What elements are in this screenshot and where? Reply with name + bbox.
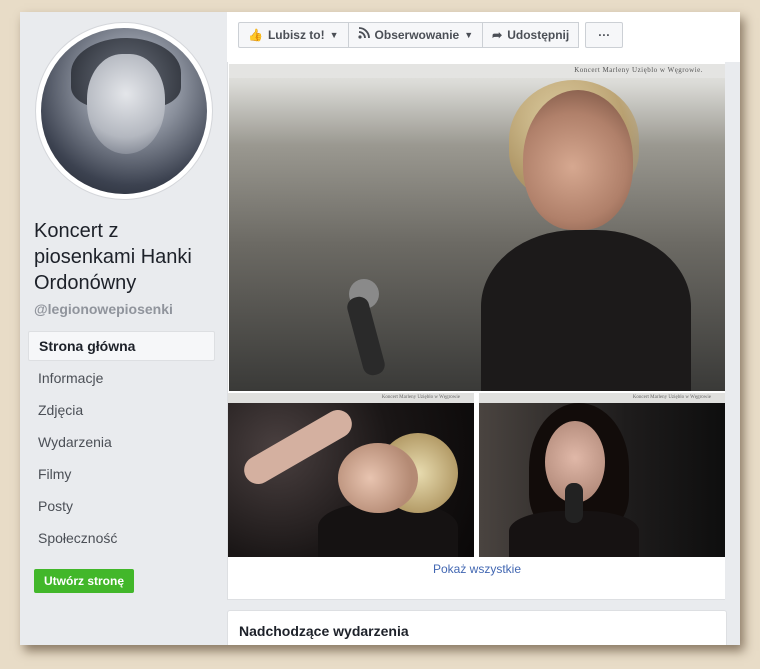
photo-caption: Koncert Marleny Uzięblo w Węgrowie — [381, 395, 460, 400]
singer-dress — [481, 230, 691, 391]
page-title[interactable]: Koncert z piosenkami Hanki Ordonówny — [34, 218, 224, 296]
main-photo[interactable]: Koncert Marleny Uzięblo w Węgrowie. — [229, 64, 725, 391]
photo-thumbnail-2[interactable]: Koncert Marleny Uzięblo w Węgrowie — [479, 393, 725, 557]
upcoming-events-card: Nadchodzące wydarzenia — [227, 610, 727, 645]
show-all-link[interactable]: Pokaż wszystkie — [228, 562, 726, 576]
events-heading: Nadchodzące wydarzenia — [239, 623, 409, 639]
right-gutter — [725, 62, 740, 645]
action-bar: 👍 Lubisz to! ▼ Obserwowanie ▼ ➦ Udostępn… — [227, 12, 740, 63]
photo-thumbnail-1[interactable]: Koncert Marleny Uzięblo w Węgrowie — [228, 393, 474, 557]
nav-item-events[interactable]: Wydarzenia — [28, 427, 215, 457]
chevron-down-icon: ▼ — [464, 30, 474, 40]
action-button-group: 👍 Lubisz to! ▼ Obserwowanie ▼ ➦ Udostępn… — [238, 22, 624, 48]
rss-icon — [357, 23, 370, 47]
more-options-button[interactable]: ··· — [585, 22, 624, 48]
photos-card: Koncert Marleny Uzięblo w Węgrowie. Konc… — [227, 62, 727, 600]
follow-label: Obserwowanie — [374, 28, 460, 42]
singer-figure — [481, 80, 701, 391]
page-nav: Strona główna Informacje Zdjęcia Wydarze… — [28, 331, 215, 555]
like-label: Lubisz to! — [267, 28, 325, 42]
nav-item-home[interactable]: Strona główna — [28, 331, 215, 361]
nav-item-posts[interactable]: Posty — [28, 491, 215, 521]
photo-caption: Koncert Marleny Uzięblo w Węgrowie. — [574, 66, 703, 74]
page-window: Koncert z piosenkami Hanki Ordonówny @le… — [20, 12, 740, 645]
thumbs-up-icon: 👍 — [248, 28, 263, 42]
profile-picture[interactable] — [36, 23, 212, 199]
microphone-handle — [345, 294, 387, 378]
chevron-down-icon: ▼ — [329, 30, 339, 40]
avatar-face — [87, 54, 165, 154]
nav-item-photos[interactable]: Zdjęcia — [28, 395, 215, 425]
singer-face — [338, 443, 418, 513]
nav-item-info[interactable]: Informacje — [28, 363, 215, 393]
microphone-icon — [565, 483, 583, 523]
share-arrow-icon: ➦ — [492, 28, 503, 42]
share-button[interactable]: ➦ Udostępnij — [482, 22, 580, 48]
photo-caption: Koncert Marleny Uzięblo w Węgrowie — [632, 395, 711, 400]
nav-item-videos[interactable]: Filmy — [28, 459, 215, 489]
follow-button[interactable]: Obserwowanie ▼ — [347, 22, 484, 48]
like-button[interactable]: 👍 Lubisz to! ▼ — [238, 22, 349, 48]
page-handle[interactable]: @legionowepiosenki — [34, 301, 173, 317]
nav-item-community[interactable]: Społeczność — [28, 523, 215, 553]
avatar-image — [41, 28, 207, 194]
create-page-button[interactable]: Utwórz stronę — [34, 569, 135, 593]
singer-face — [523, 90, 633, 230]
share-label: Udostępnij — [507, 28, 570, 42]
